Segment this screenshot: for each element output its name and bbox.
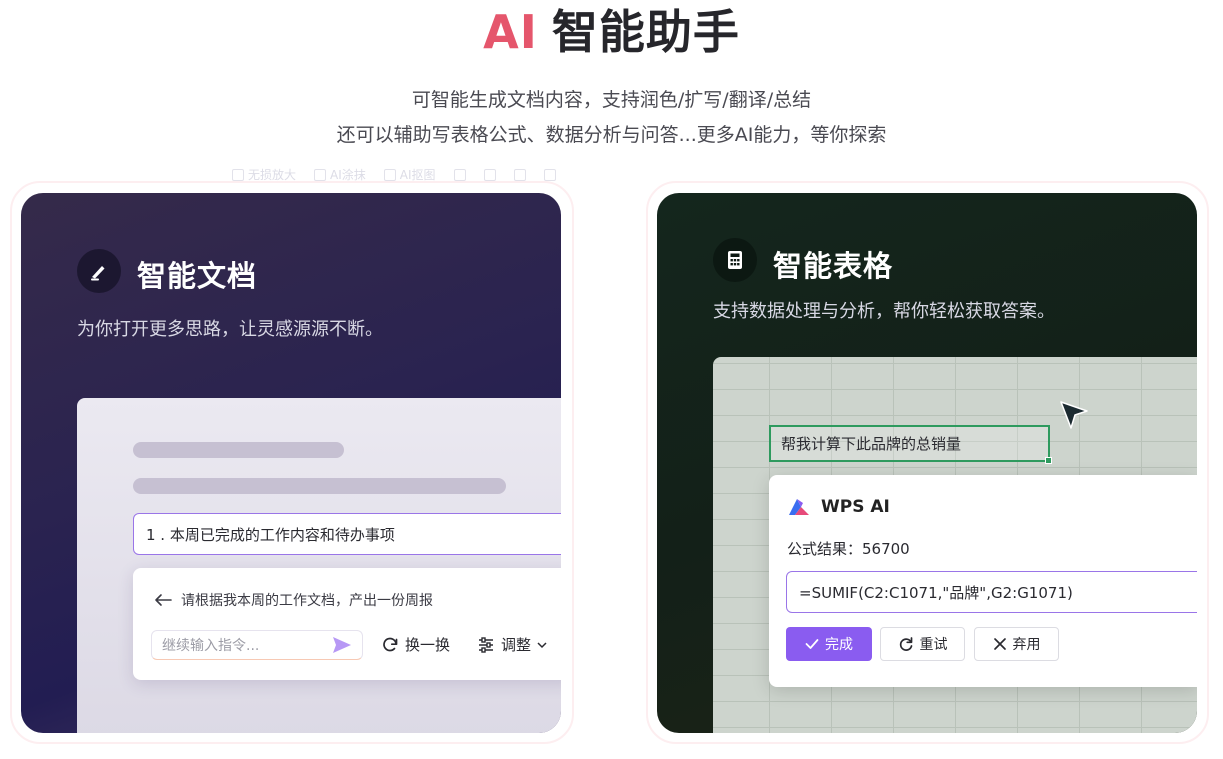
eraser-icon [314,168,327,181]
done-label: 完成 [825,637,853,653]
prompt-row: 请根据我本周的工作文档，产出一份周报 [153,590,433,610]
adjust-button[interactable]: 调整 [477,634,547,655]
title-accent: AI [483,5,538,59]
editor-line[interactable]: 1 . 本周已完成的工作内容和待办事项 [133,513,561,555]
subtitle-line-2: 还可以辅助写表格公式、数据分析与问答...更多AI能力，等你探索 [336,124,887,146]
retry-icon [899,637,912,651]
crop-icon [483,168,496,181]
check-icon [805,639,819,649]
done-button[interactable]: 完成 [786,627,872,661]
brush-icon [383,168,396,181]
ai-prompt-popup: 请根据我本周的工作文档，产出一份周报 继续输入指令... 换一换 调整 [133,568,561,680]
calculator-icon [713,238,757,282]
sheet-card-description: 支持数据处理与分析，帮你轻松获取答案。 [713,301,1055,322]
sheet-card-title: 智能表格 [773,249,894,283]
image-icon [232,168,244,181]
formula-result: 公式结果：56700 [787,540,910,558]
formula-field[interactable]: =SUMIF(C2:C1071,"品牌",G2:G1071) [786,571,1197,613]
chevron-down-icon [537,641,547,648]
retry-button[interactable]: 重试 [880,627,965,661]
instruction-placeholder: 继续输入指令... [162,638,260,654]
refresh-icon [383,637,398,651]
text-placeholder [133,478,506,494]
wps-ai-header: WPS AI [787,497,890,517]
smart-doc-card[interactable]: 智能文档 为你打开更多思路，让灵感源源不断。 1 . 本周已完成的工作内容和待办… [21,193,561,733]
doc-card-title: 智能文档 [137,259,258,293]
wps-ai-popup: WPS AI 公式结果：56700 =SUMIF(C2:C1071,"品牌",G… [769,475,1197,687]
adjust-label: 调整 [501,636,532,654]
swap-label: 换一换 [405,636,451,654]
subtitle-line-1: 可智能生成文档内容，支持润色/扩写/翻译/总结 [411,89,812,111]
discard-button[interactable]: 弃用 [974,627,1059,661]
pointer-cursor-icon [1060,401,1088,429]
frame-icon [453,168,466,181]
pen-icon [77,249,121,293]
sliders-icon [479,636,493,653]
selected-cell[interactable]: 帮我计算下此品牌的总销量 [769,425,1052,464]
layers-icon [513,168,526,181]
target-icon [543,168,556,181]
fill-handle[interactable] [1045,457,1052,464]
wps-ai-name: WPS AI [821,497,890,517]
wps-ai-logo-icon [789,499,809,515]
cell-text: 帮我计算下此品牌的总销量 [781,435,962,453]
send-icon[interactable] [332,636,352,654]
doc-card-description: 为你打开更多思路，让灵感源源不断。 [77,319,383,340]
doc-editor-panel: 1 . 本周已完成的工作内容和待办事项 请根据我本周的工作文档，产出一份周报 继… [77,398,561,733]
close-icon [993,638,1006,650]
smart-sheet-card[interactable]: 智能表格 支持数据处理与分析，帮你轻松获取答案。 帮我计算下此品牌的总销量 WP… [657,193,1197,733]
discard-label: 弃用 [1012,637,1041,653]
page-title: AI 智能助手 [0,2,1223,62]
prompt-text: 请根据我本周的工作文档，产出一份周报 [181,593,433,609]
retry-label: 重试 [919,637,948,653]
text-placeholder [133,442,344,458]
title-main: 智能助手 [551,5,740,59]
arrow-left-icon[interactable] [153,592,173,608]
swap-button[interactable]: 换一换 [381,634,450,655]
instruction-input[interactable]: 继续输入指令... [151,630,363,660]
